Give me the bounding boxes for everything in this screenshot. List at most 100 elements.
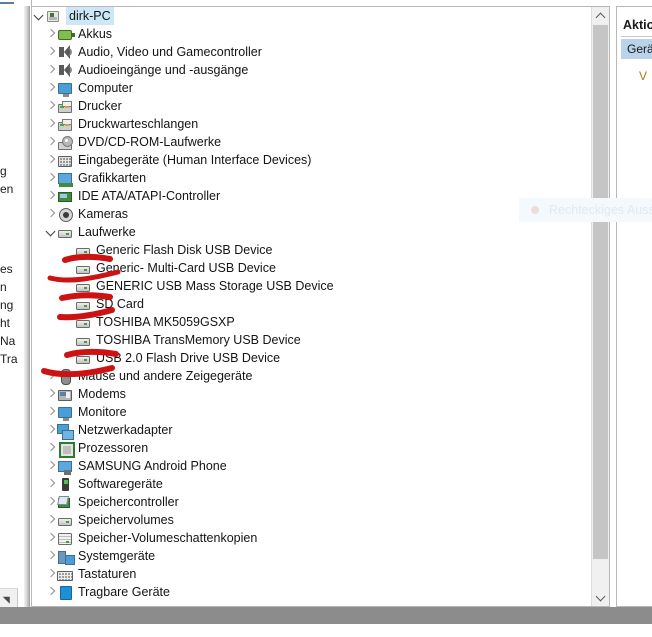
chevron-right-icon[interactable] xyxy=(44,43,57,61)
chevron-right-icon[interactable] xyxy=(44,115,57,133)
tree-item-audioeing-nge-und-ausg-nge[interactable]: Audioeingänge und -ausgänge xyxy=(32,61,592,79)
tree-item-audio-video-und-gamecontroller[interactable]: Audio, Video und Gamecontroller xyxy=(32,43,592,61)
tree-item-label: dirk-PC xyxy=(66,7,114,25)
tree-item-netzwerkadapter[interactable]: Netzwerkadapter xyxy=(32,421,592,440)
background-window-corner-arrow[interactable] xyxy=(0,588,18,607)
tree-item-speichervolumes[interactable]: Speichervolumes xyxy=(32,511,592,529)
chevron-down-icon[interactable] xyxy=(44,223,57,241)
tree-vertical-scrollbar[interactable] xyxy=(591,7,609,606)
chevron-right-icon[interactable] xyxy=(44,169,57,187)
scrollbar-thumb[interactable] xyxy=(593,25,608,559)
actions-pane: Aktio Gerät V xyxy=(616,6,652,607)
tree-item-label: Audioeingänge und -ausgänge xyxy=(78,63,249,77)
tree-item-monitore[interactable]: Monitore xyxy=(32,403,592,421)
tree-item-usb-2-0-flash-drive-usb-device[interactable]: USB 2.0 Flash Drive USB Device xyxy=(32,349,592,367)
bottom-white-area xyxy=(0,624,652,637)
monitor-icon xyxy=(57,80,73,97)
bg-text-fragment: en xyxy=(0,182,14,196)
chevron-right-icon[interactable] xyxy=(44,583,57,601)
tree-item-label: Generic Flash Disk USB Device xyxy=(96,243,273,257)
phone-icon xyxy=(57,458,73,475)
tree-item-label: Akkus xyxy=(78,27,113,41)
tree-item-druckwarteschlangen[interactable]: Druckwarteschlangen xyxy=(32,115,592,133)
keyboard-icon xyxy=(57,566,73,582)
chevron-right-icon[interactable] xyxy=(44,205,57,223)
tree-item-sd-card[interactable]: SD Card xyxy=(32,295,592,313)
background-window-edge xyxy=(24,0,30,607)
tree-item-toshiba-mk5059gsxp[interactable]: TOSHIBA MK5059GSXP xyxy=(32,313,592,331)
tree-item-generic-multi-card-usb-device[interactable]: Generic- Multi-Card USB Device xyxy=(32,259,592,277)
tree-item-dvd-cd-rom-laufwerke[interactable]: DVD/CD-ROM-Laufwerke xyxy=(32,133,592,151)
tree-item-kameras[interactable]: Kameras xyxy=(32,205,592,223)
chevron-right-icon[interactable] xyxy=(44,97,57,115)
chevron-down-icon[interactable] xyxy=(32,7,45,25)
scroll-up-arrow-icon[interactable] xyxy=(592,7,609,24)
chevron-right-icon[interactable] xyxy=(44,475,57,493)
chevron-right-icon[interactable] xyxy=(44,151,57,169)
tree-item-softwareger-te[interactable]: Softwaregeräte xyxy=(32,475,592,493)
tree-item-akkus[interactable]: Akkus xyxy=(32,25,592,43)
hard-drive-icon xyxy=(57,512,73,528)
device-manager-tree-pane: dirk-PC Akkus Audio, Video und Gamecontrol… xyxy=(31,6,610,607)
tree-item-label: USB 2.0 Flash Drive USB Device xyxy=(96,351,281,365)
tree-item-generic-usb-mass-storage-usb-device[interactable]: GENERIC USB Mass Storage USB Device xyxy=(32,277,592,295)
chevron-right-icon[interactable] xyxy=(44,547,57,565)
tree-item-label: Modems xyxy=(78,387,126,401)
sound-wave-icon xyxy=(66,66,72,74)
tree-item-label: Speichervolumes xyxy=(78,513,174,527)
chevron-right-icon[interactable] xyxy=(44,385,57,403)
tree-item-m-use-und-andere-zeigeger-te[interactable]: Mäuse und andere Zeigegeräte xyxy=(32,367,592,385)
tree-item-computer[interactable]: Computer xyxy=(32,79,592,97)
tree-item-label: Tragbare Geräte xyxy=(78,585,170,599)
tree-item-speicher-volumeschattenkopien[interactable]: Speicher-Volumeschattenkopien xyxy=(32,529,592,547)
chevron-right-icon[interactable] xyxy=(44,511,57,529)
tree-item-dirk-pc[interactable]: dirk-PC xyxy=(32,7,592,25)
bg-text-fragment: ng xyxy=(0,298,14,312)
tree-item-label: SAMSUNG Android Phone xyxy=(78,459,227,473)
hard-drive-icon xyxy=(75,296,91,312)
tree-item-prozessoren[interactable]: Prozessoren xyxy=(32,439,592,458)
tree-item-grafikkarten[interactable]: Grafikkarten xyxy=(32,169,592,187)
chevron-right-icon[interactable] xyxy=(44,493,57,511)
tree-item-toshiba-transmemory-usb-device[interactable]: TOSHIBA TransMemory USB Device xyxy=(32,331,592,349)
tree-item-ide-ata-atapi-controller[interactable]: IDE ATA/ATAPI-Controller xyxy=(32,187,592,205)
chevron-right-icon[interactable] xyxy=(44,367,57,385)
tree-item-tastaturen[interactable]: Tastaturen xyxy=(32,565,592,583)
tree-item-laufwerke[interactable]: Laufwerke xyxy=(32,223,592,241)
tree-item-systemger-te[interactable]: Systemgeräte xyxy=(32,547,592,565)
tree-item-label: Eingabegeräte (Human Interface Devices) xyxy=(78,153,312,167)
tree-item-label: Softwaregeräte xyxy=(78,477,163,491)
chevron-right-icon[interactable] xyxy=(44,187,57,205)
tree-item-eingabeger-te-human-interface-devices[interactable]: Eingabegeräte (Human Interface Devices) xyxy=(32,151,592,169)
system-devices-icon xyxy=(57,548,75,565)
tree-item-modems[interactable]: Modems xyxy=(32,385,592,403)
actions-pane-subtitle: Gerät xyxy=(621,39,652,59)
chevron-right-icon[interactable] xyxy=(44,25,57,43)
tree-item-label: Computer xyxy=(78,81,133,95)
chevron-right-icon[interactable] xyxy=(44,457,57,475)
chevron-right-icon[interactable] xyxy=(44,439,57,457)
device-tree[interactable]: dirk-PC Akkus Audio, Video und Gamecontrol… xyxy=(32,7,592,606)
tree-item-generic-flash-disk-usb-device[interactable]: Generic Flash Disk USB Device xyxy=(32,241,592,259)
tree-item-label: Speicher-Volumeschattenkopien xyxy=(78,531,258,545)
bg-text-fragment: n xyxy=(0,280,7,294)
tree-item-drucker[interactable]: Drucker xyxy=(32,97,592,115)
chevron-right-icon[interactable] xyxy=(44,79,57,97)
chevron-right-icon[interactable] xyxy=(44,421,57,439)
chevron-right-icon[interactable] xyxy=(44,61,57,79)
tree-item-tragbare-ger-te[interactable]: Tragbare Geräte xyxy=(32,583,592,601)
computer-tower-icon xyxy=(45,8,61,24)
scroll-down-arrow-icon[interactable] xyxy=(592,589,609,606)
tree-item-speichercontroller[interactable]: Speichercontroller xyxy=(32,493,592,511)
storage-controller-icon xyxy=(57,494,73,510)
bg-text-fragment: ht xyxy=(0,316,11,330)
chevron-right-icon[interactable] xyxy=(44,529,57,547)
actions-pane-item[interactable]: V xyxy=(621,67,652,85)
chevron-right-icon[interactable] xyxy=(44,403,57,421)
chevron-right-icon[interactable] xyxy=(44,565,57,583)
top-left-sliver xyxy=(0,0,30,6)
tree-item-label: Systemgeräte xyxy=(78,549,156,563)
chevron-right-icon[interactable] xyxy=(44,133,57,151)
tree-item-samsung-android-phone[interactable]: SAMSUNG Android Phone xyxy=(32,457,592,475)
